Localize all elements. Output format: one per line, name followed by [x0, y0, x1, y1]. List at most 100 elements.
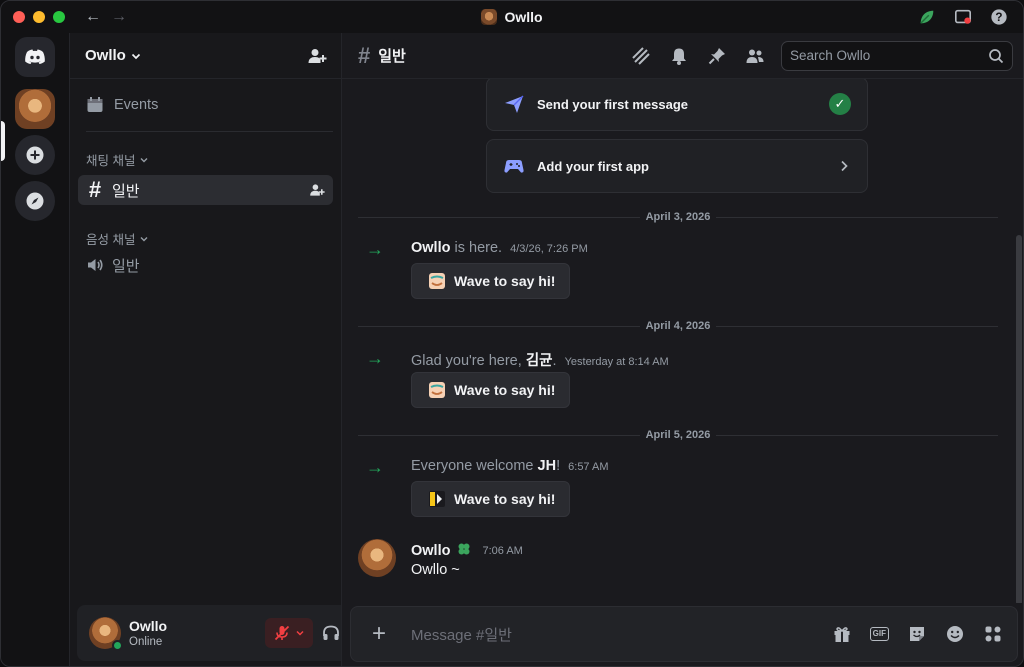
sidebar-divider	[86, 131, 333, 132]
svg-text:?: ?	[995, 11, 1002, 24]
message-feed[interactable]: Send your first message ✓ Add your first…	[342, 79, 1023, 603]
wave-button[interactable]: Wave to say hi!	[411, 372, 571, 408]
timestamp: 4/3/26, 7:26 PM	[510, 243, 588, 255]
search-input[interactable]: Search Owllo	[781, 40, 1013, 71]
mic-muted-icon	[274, 625, 290, 641]
voice-channel-item-general[interactable]: 일반	[78, 250, 333, 280]
server-name-text: Owllo	[85, 47, 126, 64]
message-author[interactable]: Owllo	[411, 543, 450, 559]
calendar-icon	[87, 97, 103, 112]
paper-plane-icon	[505, 95, 524, 113]
window-title: Owllo	[1, 9, 1023, 25]
join-arrow-icon: →	[366, 457, 384, 477]
wave-button-label: Wave to say hi!	[454, 382, 556, 398]
upload-plus-icon[interactable]: +	[367, 620, 391, 648]
invite-user-icon[interactable]	[309, 182, 325, 198]
wave-button[interactable]: Wave to say hi!	[411, 481, 571, 517]
onboarding-send-message-card[interactable]: Send your first message ✓	[486, 79, 868, 131]
channel-name: 일반	[112, 182, 140, 200]
scrollbar-thumb[interactable]	[1016, 235, 1022, 603]
checkmark-icon: ✓	[829, 93, 851, 115]
wave-button-label: Wave to say hi!	[454, 273, 556, 289]
emoji-icon[interactable]	[945, 624, 965, 644]
selected-server-indicator	[1, 121, 5, 161]
message-header: Owllo 7:06 AM	[411, 541, 523, 560]
gif-icon[interactable]: GIF	[869, 627, 889, 641]
message-body: Owllo ~	[411, 562, 460, 578]
discover-button[interactable]	[15, 181, 55, 221]
onboarding-label: Add your first app	[537, 158, 649, 174]
message-input[interactable]: Message #일반	[411, 624, 832, 645]
wave-sticker-icon	[429, 382, 445, 398]
pin-icon[interactable]	[707, 46, 727, 66]
wave-button[interactable]: Wave to say hi!	[411, 263, 571, 299]
wave-button-label: Wave to say hi!	[454, 491, 556, 507]
member-list-icon[interactable]	[745, 46, 765, 66]
server-icon-owllo[interactable]	[15, 89, 55, 129]
channel-item-general[interactable]: # 일반	[78, 175, 333, 205]
category-label: 채팅 채널	[86, 154, 136, 168]
chat-area: # 일반 Search Owllo Send your first messag…	[341, 33, 1023, 666]
message-composer: + Message #일반 GIF	[350, 606, 1018, 662]
date-divider: April 4, 2026	[358, 319, 999, 333]
home-button[interactable]	[15, 37, 55, 77]
threads-icon[interactable]	[631, 46, 651, 66]
help-icon[interactable]: ?	[989, 7, 1009, 27]
title-bar-actions: ?	[917, 7, 1009, 27]
category-text-channels[interactable]: 채팅 채널	[70, 150, 341, 169]
leaf-icon[interactable]	[917, 7, 937, 27]
chevron-down-icon	[131, 53, 140, 59]
headphones-icon	[323, 625, 339, 640]
category-label: 음성 채널	[86, 233, 136, 247]
header-toolbar	[631, 46, 765, 66]
user-status: Online	[129, 636, 163, 648]
join-text: Owllo is here. 4/3/26, 7:26 PM	[411, 240, 588, 256]
sticker-icon[interactable]	[907, 624, 927, 644]
server-header[interactable]: Owllo	[70, 33, 341, 79]
server-avatar-icon	[481, 9, 498, 25]
clover-badge-icon	[456, 541, 472, 560]
inbox-icon[interactable]	[953, 7, 973, 27]
events-label: Events	[114, 97, 159, 113]
onboarding-add-app-card[interactable]: Add your first app	[486, 139, 868, 193]
chevron-down-icon	[140, 236, 148, 241]
discord-logo-icon	[25, 49, 45, 64]
date-label: April 4, 2026	[645, 320, 711, 332]
date-label: April 3, 2026	[645, 211, 711, 223]
title-bar: ← → Owllo ?	[1, 1, 1023, 33]
timestamp: 7:06 AM	[482, 544, 523, 557]
date-divider: April 5, 2026	[358, 428, 999, 442]
avatar[interactable]	[89, 617, 123, 651]
add-server-button[interactable]	[15, 135, 55, 175]
server-rail	[1, 33, 69, 666]
search-icon	[989, 48, 1004, 63]
gamepad-icon	[504, 160, 524, 173]
compass-icon	[26, 192, 44, 210]
channel-title: # 일반	[358, 43, 406, 69]
joined-user-name[interactable]: JH	[538, 458, 557, 474]
onboarding-label: Send your first message	[537, 96, 688, 112]
channel-header: # 일반 Search Owllo	[342, 33, 1023, 79]
timestamp: Yesterday at 8:14 AM	[564, 356, 669, 368]
user-name: Owllo	[129, 618, 168, 634]
avatar[interactable]	[358, 539, 396, 577]
date-divider: April 3, 2026	[358, 210, 999, 224]
hashtag-icon: #	[358, 42, 371, 68]
apps-icon[interactable]	[983, 624, 1003, 644]
user-info[interactable]: Owllo Online	[129, 618, 265, 648]
chevron-right-icon	[841, 160, 848, 172]
gift-icon[interactable]	[832, 624, 852, 644]
speaker-icon	[88, 259, 103, 271]
channel-title-text: 일반	[378, 48, 406, 65]
window-title-text: Owllo	[504, 9, 543, 25]
invite-user-icon[interactable]	[307, 46, 327, 66]
app-window: ← → Owllo ? Owllo Events 채팅 채널 # 일반 음성 채…	[0, 0, 1024, 667]
bell-icon[interactable]	[669, 46, 689, 66]
category-voice-channels[interactable]: 음성 채널	[70, 229, 341, 248]
mute-toggle-button[interactable]	[265, 618, 313, 648]
joined-user-name[interactable]: 김균	[526, 353, 553, 369]
events-item[interactable]: Events	[70, 85, 341, 125]
server-name[interactable]: Owllo	[85, 47, 142, 64]
date-label: April 5, 2026	[645, 429, 711, 441]
joined-user-name[interactable]: Owllo	[411, 240, 450, 256]
